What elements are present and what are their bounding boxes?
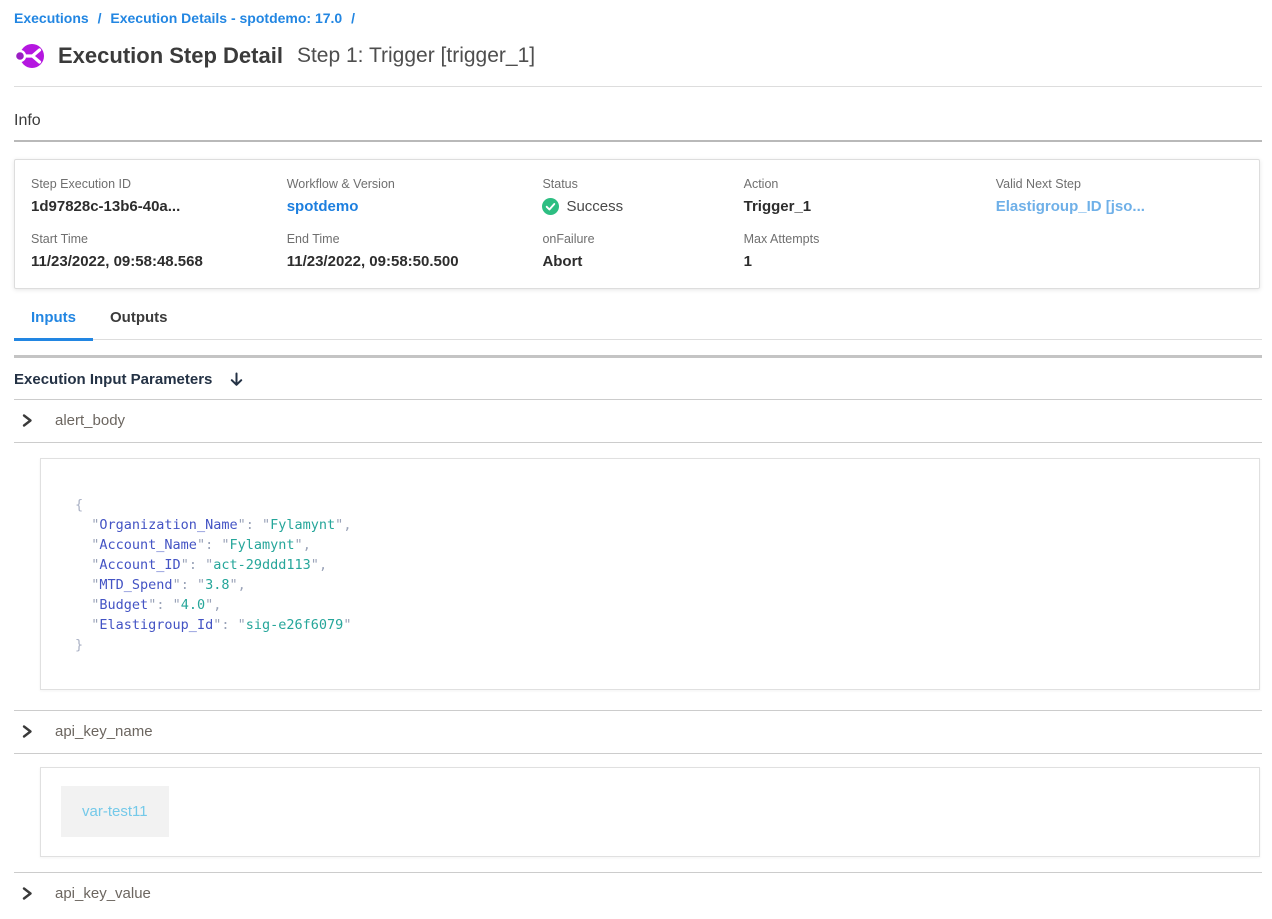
execution-input-parameters-header: Execution Input Parameters xyxy=(14,358,1262,399)
on-failure-value: Abort xyxy=(542,253,743,270)
field-workflow-version: Workflow & Version spotdemo xyxy=(287,177,543,215)
param-name: api_key_name xyxy=(55,723,153,740)
field-label: Action xyxy=(744,177,996,191)
end-time-value: 11/23/2022, 09:58:50.500 xyxy=(287,253,543,270)
breadcrumb-executions[interactable]: Executions xyxy=(14,10,89,26)
param-name: alert_body xyxy=(55,412,125,429)
field-label: End Time xyxy=(287,232,543,246)
check-circle-icon xyxy=(542,198,559,215)
tab-outputs[interactable]: Outputs xyxy=(93,309,185,339)
page-subtitle: Step 1: Trigger [trigger_1] xyxy=(297,44,535,68)
breadcrumb-execution-details[interactable]: Execution Details - spotdemo: 17.0 xyxy=(110,10,342,26)
field-label: Status xyxy=(542,177,743,191)
field-label: Valid Next Step xyxy=(996,177,1243,191)
field-label: onFailure xyxy=(542,232,743,246)
field-on-failure: onFailure Abort xyxy=(542,232,743,270)
api-key-name-value-card: var-test11 xyxy=(40,767,1260,857)
arrow-down-icon[interactable] xyxy=(228,371,245,388)
field-status: Status Success xyxy=(542,177,743,215)
fylamynt-logo-icon xyxy=(14,42,44,70)
execution-step-detail-page: Executions / Execution Details - spotdem… xyxy=(0,0,1272,915)
field-end-time: End Time 11/23/2022, 09:58:50.500 xyxy=(287,232,543,270)
breadcrumb-separator: / xyxy=(351,10,355,26)
valid-next-step-link[interactable]: Elastigroup_ID [jso... xyxy=(996,198,1243,215)
json-code: { "Organization_Name": "Fylamynt", "Acco… xyxy=(75,495,1239,655)
field-start-time: Start Time 11/23/2022, 09:58:48.568 xyxy=(31,232,287,270)
param-row-api-key-value[interactable]: api_key_value xyxy=(14,872,1262,915)
field-label: Step Execution ID xyxy=(31,177,287,191)
field-empty xyxy=(996,232,1243,270)
param-row-alert-body[interactable]: alert_body xyxy=(14,399,1262,443)
action-value: Trigger_1 xyxy=(744,198,996,215)
status-text: Success xyxy=(566,198,623,215)
field-label: Workflow & Version xyxy=(287,177,543,191)
tab-bar: Inputs Outputs xyxy=(14,309,1262,340)
field-max-attempts: Max Attempts 1 xyxy=(744,232,996,270)
param-row-api-key-name[interactable]: api_key_name xyxy=(14,710,1262,754)
api-key-name-value: var-test11 xyxy=(61,786,169,837)
info-heading: Info xyxy=(14,112,1262,130)
chevron-right-icon xyxy=(20,724,34,739)
breadcrumb-separator: / xyxy=(98,10,102,26)
page-title: Execution Step Detail xyxy=(58,43,283,69)
chevron-right-icon xyxy=(20,886,34,901)
field-action: Action Trigger_1 xyxy=(744,177,996,215)
status-badge: Success xyxy=(542,198,743,215)
field-label: Max Attempts xyxy=(744,232,996,246)
field-valid-next-step: Valid Next Step Elastigroup_ID [jso... xyxy=(996,177,1243,215)
max-attempts-value: 1 xyxy=(744,253,996,270)
step-execution-id-value: 1d97828c-13b6-40a... xyxy=(31,198,287,215)
field-step-execution-id: Step Execution ID 1d97828c-13b6-40a... xyxy=(31,177,287,215)
workflow-link[interactable]: spotdemo xyxy=(287,198,543,215)
section-title: Execution Input Parameters xyxy=(14,371,212,388)
chevron-right-icon xyxy=(20,413,34,428)
info-divider xyxy=(14,140,1262,142)
field-label: Start Time xyxy=(31,232,287,246)
tab-inputs[interactable]: Inputs xyxy=(14,309,93,341)
start-time-value: 11/23/2022, 09:58:48.568 xyxy=(31,253,287,270)
param-name: api_key_value xyxy=(55,885,151,902)
page-header: Execution Step Detail Step 1: Trigger [t… xyxy=(14,42,1262,87)
alert-body-value-card: { "Organization_Name": "Fylamynt", "Acco… xyxy=(40,458,1260,690)
info-card: Step Execution ID 1d97828c-13b6-40a... W… xyxy=(14,159,1260,289)
breadcrumb: Executions / Execution Details - spotdem… xyxy=(14,10,1262,26)
